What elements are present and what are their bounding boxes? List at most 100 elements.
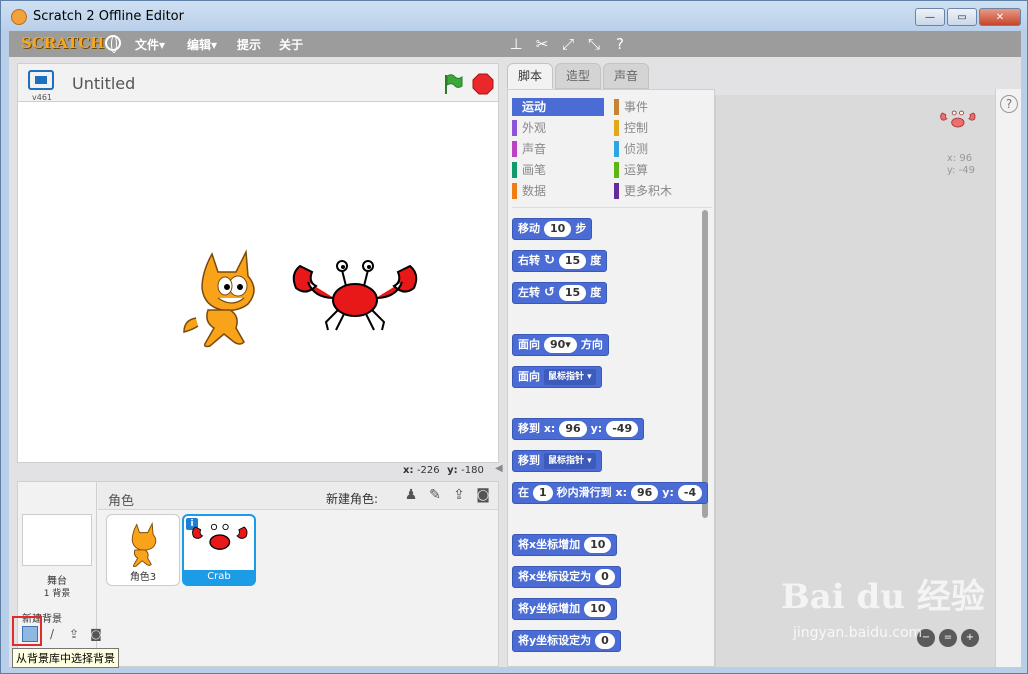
number-input[interactable]: 15 <box>558 285 587 301</box>
target-dropdown[interactable]: 鼠标指针 ▾ <box>544 369 596 385</box>
window-title: Scratch 2 Offline Editor <box>33 9 184 24</box>
tab-scripts[interactable]: 脚本 <box>507 63 554 89</box>
crab-sprite-icon[interactable] <box>288 252 423 352</box>
upload-backdrop-icon[interactable]: ⇪ <box>66 626 82 642</box>
block-text: 在 <box>518 486 529 499</box>
rotate-clockwise-icon: ↻ <box>544 253 555 268</box>
stage-name: 舞台 <box>47 576 67 587</box>
sprite-tile[interactable]: 角色3 <box>106 514 180 586</box>
mouse-coordinates: x: -226 y: -180 <box>403 465 488 476</box>
stage-canvas[interactable] <box>17 101 499 463</box>
block-change-y[interactable]: 将y坐标增加 10 <box>512 598 618 620</box>
paint-backdrop-icon[interactable]: / <box>44 626 60 642</box>
category-operators[interactable]: 运算 <box>614 161 706 179</box>
block-text: 面向 <box>518 370 540 383</box>
block-turn-right[interactable]: 右转 ↻ 15 度 <box>512 250 608 272</box>
block-text: y: <box>590 422 603 435</box>
shrink-icon[interactable]: ⤡ <box>585 35 603 53</box>
category-control[interactable]: 控制 <box>614 119 706 137</box>
number-input[interactable]: 10 <box>584 537 612 553</box>
help-pane: ? <box>995 89 1021 667</box>
x-input[interactable]: 96 <box>559 421 587 437</box>
x-input[interactable]: 96 <box>630 485 659 501</box>
grow-icon[interactable]: ⤢ <box>559 35 577 53</box>
close-button[interactable]: ✕ <box>979 8 1021 26</box>
paint-sprite-icon[interactable]: ✎ <box>426 486 444 504</box>
zoom-reset-icon[interactable]: = <box>939 629 957 647</box>
app-icon <box>11 9 27 25</box>
category-events[interactable]: 事件 <box>614 98 706 116</box>
target-dropdown[interactable]: 鼠标指针 ▾ <box>544 453 596 469</box>
category-sound[interactable]: 声音 <box>512 140 604 158</box>
block-glide[interactable]: 在 1 秒内滑行到 x: 96 y: -4 <box>512 482 709 504</box>
block-go-to[interactable]: 移到 鼠标指针 ▾ <box>512 450 602 472</box>
backdrop-count: 1 背景 <box>43 589 71 599</box>
block-change-x[interactable]: 将x坐标增加 10 <box>512 534 618 556</box>
block-text: 移到 x: <box>518 422 556 435</box>
category-pen[interactable]: 画笔 <box>512 161 604 179</box>
new-sprite-tools: ♟ ✎ ⇪ ◙ <box>402 486 492 504</box>
category-more-blocks[interactable]: 更多积木 <box>614 182 706 200</box>
block-text: 左转 <box>518 286 540 299</box>
sprite-tile-selected[interactable]: i Crab <box>182 514 256 586</box>
stage-thumbnail[interactable] <box>22 514 92 566</box>
category-looks[interactable]: 外观 <box>512 119 604 137</box>
category-motion[interactable]: 运动 <box>512 98 604 116</box>
number-input[interactable]: 0 <box>595 633 615 649</box>
menu-file[interactable]: 文件▾ <box>135 36 165 53</box>
project-title[interactable]: Untitled <box>72 74 135 93</box>
upload-sprite-icon[interactable]: ⇪ <box>450 486 468 504</box>
palette-scrollbar[interactable] <box>702 210 708 518</box>
number-input[interactable]: 10 <box>584 601 612 617</box>
stop-sign-icon[interactable] <box>472 73 494 95</box>
menu-tips[interactable]: 提示 <box>237 36 261 53</box>
editor-tabs: 脚本 造型 声音 <box>507 63 651 89</box>
language-globe-icon[interactable] <box>105 35 121 53</box>
presentation-mode-button[interactable] <box>28 70 54 90</box>
mouse-y-label: y: <box>447 465 458 476</box>
number-input[interactable]: 10 <box>544 221 572 237</box>
y-input[interactable]: -49 <box>606 421 639 437</box>
tab-costumes[interactable]: 造型 <box>555 63 602 89</box>
mouse-y-value: -180 <box>461 465 484 476</box>
menu-about[interactable]: 关于 <box>279 36 303 53</box>
camera-sprite-icon[interactable]: ◙ <box>474 486 492 504</box>
cat-sprite-icon[interactable] <box>178 242 278 352</box>
block-turn-left[interactable]: 左转 ↺ 15 度 <box>512 282 608 304</box>
menu-bar: SCRATCH 文件▾ 编辑▾ 提示 关于 ⊥ ✂ ⤢ ⤡ ? <box>9 31 1021 57</box>
block-set-y[interactable]: 将y坐标设定为 0 <box>512 630 621 652</box>
direction-input[interactable]: 90▾ <box>544 337 577 353</box>
maximize-button[interactable]: ▭ <box>947 8 977 26</box>
zoom-in-icon[interactable]: + <box>961 629 979 647</box>
block-set-x[interactable]: 将x坐标设定为 0 <box>512 566 621 588</box>
choose-sprite-library-icon[interactable]: ♟ <box>402 486 420 504</box>
block-point-towards[interactable]: 面向 鼠标指针 ▾ <box>512 366 602 388</box>
watermark-url: jingyan.baidu.com <box>793 625 923 641</box>
menu-edit[interactable]: 编辑▾ <box>187 36 217 53</box>
block-point-in-direction[interactable]: 面向 90▾ 方向 <box>512 334 609 356</box>
category-sensing[interactable]: 侦测 <box>614 140 706 158</box>
camera-backdrop-icon[interactable]: ◙ <box>88 626 104 642</box>
watermark-logo: Bai du 经验 <box>781 577 985 617</box>
block-move[interactable]: 移动 10 步 <box>512 218 593 240</box>
scratch-logo[interactable]: SCRATCH <box>21 34 104 52</box>
sprite-pane: 角色 新建角色: ♟ ✎ ⇪ ◙ 舞台 1 背景 新建背景 / ⇪ ◙ 从背景库… <box>12 481 499 668</box>
delete-scissors-icon[interactable]: ✂ <box>533 35 551 53</box>
y-input[interactable]: -4 <box>677 485 703 501</box>
block-text: 移到 <box>518 454 540 467</box>
number-input[interactable]: 15 <box>558 253 587 269</box>
collapse-stage-icon[interactable]: ◀ <box>495 463 505 479</box>
seconds-input[interactable]: 1 <box>533 485 553 501</box>
category-list: 运动 事件 外观 控制 声音 侦测 画笔 运算 数据 更多积木 <box>512 98 712 208</box>
rotate-counterclockwise-icon: ↺ <box>544 285 555 300</box>
category-data[interactable]: 数据 <box>512 182 604 200</box>
green-flag-icon[interactable] <box>442 73 464 95</box>
block-help-icon[interactable]: ? <box>611 35 629 53</box>
number-input[interactable]: 0 <box>595 569 615 585</box>
title-bar: Scratch 2 Offline Editor — ▭ ✕ <box>1 1 1027 31</box>
help-icon[interactable]: ? <box>1000 95 1018 113</box>
minimize-button[interactable]: — <box>915 8 945 26</box>
block-go-to-xy[interactable]: 移到 x: 96 y: -49 <box>512 418 645 440</box>
tab-sounds[interactable]: 声音 <box>603 63 650 89</box>
duplicate-stamp-icon[interactable]: ⊥ <box>507 35 525 53</box>
